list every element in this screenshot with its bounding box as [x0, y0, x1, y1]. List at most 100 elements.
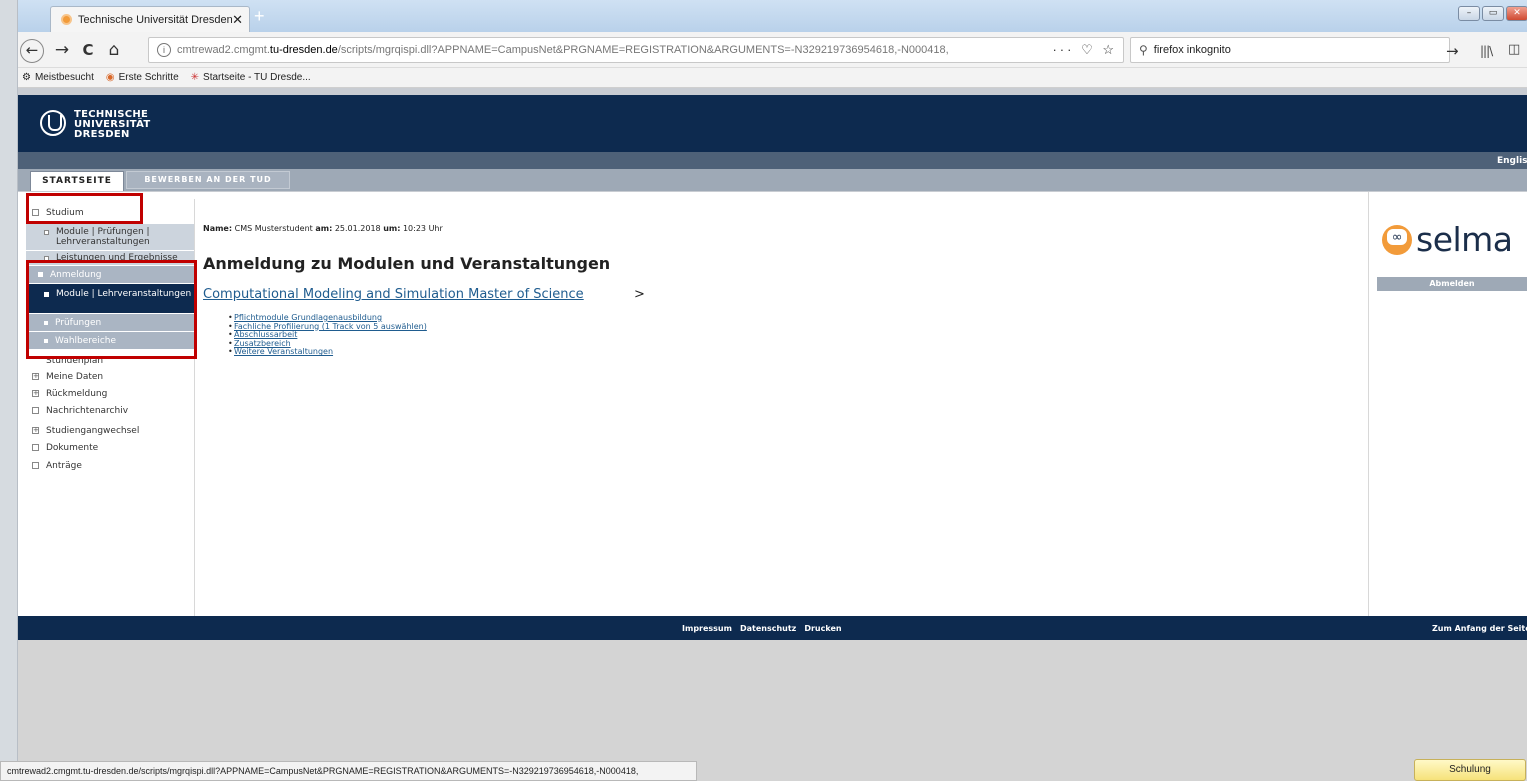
user-info: Name: CMS Musterstudent am: 25.01.2018 u… — [203, 224, 443, 233]
back-to-top-link[interactable]: Zum Anfang der Seite — [1432, 624, 1527, 633]
sidebar-item-label: Dokumente — [46, 443, 99, 453]
bullet-icon — [38, 272, 43, 277]
forward-button[interactable]: → — [52, 39, 72, 61]
link-weitere-veranstaltungen[interactable]: Weitere Veranstaltungen — [228, 348, 427, 357]
bookmark-label: Erste Schritte — [118, 72, 179, 83]
login-date: 25.01.2018 — [334, 224, 381, 233]
close-window-button[interactable]: ✕ — [1506, 6, 1527, 21]
sidebar-item-studium[interactable]: Studium — [26, 206, 194, 220]
sidebar-item-anmeldung-wahlbereiche[interactable]: Wahlbereiche — [26, 332, 194, 349]
sidebar-item-nachrichtenarchiv[interactable]: Nachrichtenarchiv — [26, 406, 194, 416]
sidebar-item-label: Anträge — [46, 461, 82, 471]
page-actions-icons[interactable]: ··· ♡ ☆ — [1052, 42, 1117, 58]
bookmark-label: Startseite - TU Dresde... — [203, 72, 311, 83]
sidebar-item-label: Stundenplan — [46, 356, 104, 366]
sidebar-item-leistungen[interactable]: Leistungen und Ergebnisse — [26, 251, 194, 265]
login-time: 10:23 Uhr — [402, 224, 443, 233]
user-name: CMS Musterstudent — [234, 224, 313, 233]
sidebar-item-anmeldung[interactable]: Anmeldung — [26, 266, 194, 283]
bullet-icon — [44, 230, 49, 235]
sidebar-item-meine-daten[interactable]: + Meine Daten — [26, 372, 194, 382]
chevron-right-icon: > — [634, 287, 645, 302]
search-value: firefox inkognito — [1153, 44, 1231, 56]
collapse-box-icon — [32, 407, 39, 414]
site-footer: Impressum Datenschutz Drucken Zum Anfang… — [18, 616, 1527, 640]
sidebar-item-stundenplan[interactable]: Stundenplan — [26, 356, 194, 366]
tu-logo-icon[interactable] — [40, 110, 66, 136]
sidebar-item-dokumente[interactable]: Dokumente — [26, 443, 194, 453]
collapse-box-icon — [32, 209, 39, 216]
page-title: Anmeldung zu Modulen und Veranstaltungen — [203, 254, 611, 273]
bookmark-meistbesucht[interactable]: ⚙ Meistbesucht — [22, 72, 94, 83]
logout-button[interactable]: Abmelden — [1377, 277, 1527, 291]
sidebar-item-anmeldung-module[interactable]: Module | Lehrveranstaltungen — [26, 284, 194, 313]
sidebar-item-antraege[interactable]: Anträge — [26, 461, 194, 471]
sidebar-item-studiengangwechsel[interactable]: + Studiengangwechsel — [26, 426, 194, 436]
sidebar-item-label: Leistungen und Ergebnisse — [56, 253, 178, 263]
selma-logo: selma — [1382, 222, 1513, 258]
new-tab-button[interactable]: + — [254, 7, 272, 26]
logo-line: DRESDEN — [74, 129, 130, 140]
selma-wordmark: selma — [1416, 220, 1513, 259]
program-link[interactable]: Computational Modeling and Simulation Ma… — [203, 287, 584, 302]
bullet-icon — [44, 321, 48, 325]
site-info-icon[interactable]: i — [157, 43, 171, 57]
sidebar-item-label: Nachrichtenarchiv — [46, 406, 129, 416]
sidebar-item-label: Module | Lehrveranstaltungen — [56, 289, 192, 299]
footer-links: Impressum Datenschutz Drucken — [682, 624, 842, 633]
sidebar-item-label: Rückmeldung — [46, 389, 108, 399]
sidebar-item-label: Meine Daten — [46, 372, 104, 382]
tab-startseite[interactable]: STARTSEITE — [30, 171, 124, 191]
reload-button[interactable]: C — [78, 39, 98, 61]
url-bar[interactable]: i cmtrewad2.cmgmt.tu-dresden.de/scripts/… — [148, 37, 1124, 63]
search-icon: ⚲ — [1139, 43, 1148, 57]
tu-logo-text[interactable]: TECHNISCHE UNIVERSITÄT DRESDEN — [74, 110, 151, 140]
url-path: /scripts/mgrqispi.dll?APPNAME=CampusNet&… — [337, 44, 949, 56]
library-icon[interactable]: |||\ — [1480, 44, 1493, 58]
tu-icon: ✳ — [190, 72, 200, 83]
name-label: Name: — [203, 224, 233, 233]
sidebar-item-anmeldung-pruefungen[interactable]: Prüfungen — [26, 314, 194, 331]
language-strip — [18, 152, 1527, 169]
browser-tab[interactable]: Technische Universität Dresden ✕ — [50, 6, 250, 32]
sidebar-icon[interactable]: ◫ — [1508, 42, 1520, 57]
expand-plus-icon: + — [32, 389, 39, 397]
bullet-icon — [44, 292, 49, 297]
tab-bewerben[interactable]: BEWERBEN AN DER TUD — [126, 171, 290, 189]
impressum-link[interactable]: Impressum — [682, 624, 732, 633]
sidebar-item-label: Wahlbereiche — [55, 336, 117, 346]
time-label: um: — [383, 224, 401, 233]
sidebar-item-label: Module | Prüfungen | Lehrveranstaltungen — [56, 227, 150, 247]
expand-plus-icon: + — [32, 372, 39, 380]
search-input[interactable]: ⚲ firefox inkognito — [1130, 37, 1450, 63]
status-bar-url: cmtrewad2.cmgmt.tu-dresden.de/scripts/mg… — [0, 761, 697, 781]
sidebar-item-module-pruefungen[interactable]: Module | Prüfungen | Lehrveranstaltungen — [26, 224, 194, 250]
sidebar-item-label: Anmeldung — [50, 270, 102, 280]
url-prefix: cmtrewad2.cmgmt. — [177, 44, 270, 56]
drucken-link[interactable]: Drucken — [804, 624, 841, 633]
sidebar-item-rueckmeldung[interactable]: + Rückmeldung — [26, 389, 194, 399]
datenschutz-link[interactable]: Datenschutz — [740, 624, 796, 633]
schulung-button[interactable]: Schulung — [1414, 759, 1526, 781]
back-button[interactable]: ← — [20, 39, 44, 63]
bookmark-label: Meistbesucht — [34, 72, 94, 83]
sidebar-item-label: Studium — [46, 208, 84, 218]
tab-bar: Technische Universität Dresden ✕ + – ▭ ✕ — [18, 0, 1527, 32]
url-host: tu-dresden.de — [269, 44, 338, 56]
bookmark-startseite-tu[interactable]: ✳ Startseite - TU Dresde... — [191, 72, 311, 83]
bookmark-erste-schritte[interactable]: ◉ Erste Schritte — [106, 72, 179, 83]
date-label: am: — [315, 224, 333, 233]
minimize-button[interactable]: – — [1458, 6, 1480, 21]
close-tab-icon[interactable]: ✕ — [232, 12, 243, 28]
expand-plus-icon: + — [32, 426, 39, 434]
collapse-box-icon — [32, 444, 39, 451]
maximize-button[interactable]: ▭ — [1482, 6, 1504, 21]
firefox-icon: ◉ — [105, 72, 115, 83]
search-go-icon[interactable]: → — [1446, 42, 1459, 60]
page-background — [18, 640, 1527, 781]
bookmarks-bar: ⚙ Meistbesucht ◉ Erste Schritte ✳ Starts… — [18, 68, 1527, 88]
language-link[interactable]: Englis — [1497, 156, 1527, 166]
home-button[interactable]: ⌂ — [104, 39, 124, 61]
bullet-icon — [44, 339, 48, 343]
module-link-list: Pflichtmodule Grundlagenausbildung Fachl… — [228, 313, 427, 357]
